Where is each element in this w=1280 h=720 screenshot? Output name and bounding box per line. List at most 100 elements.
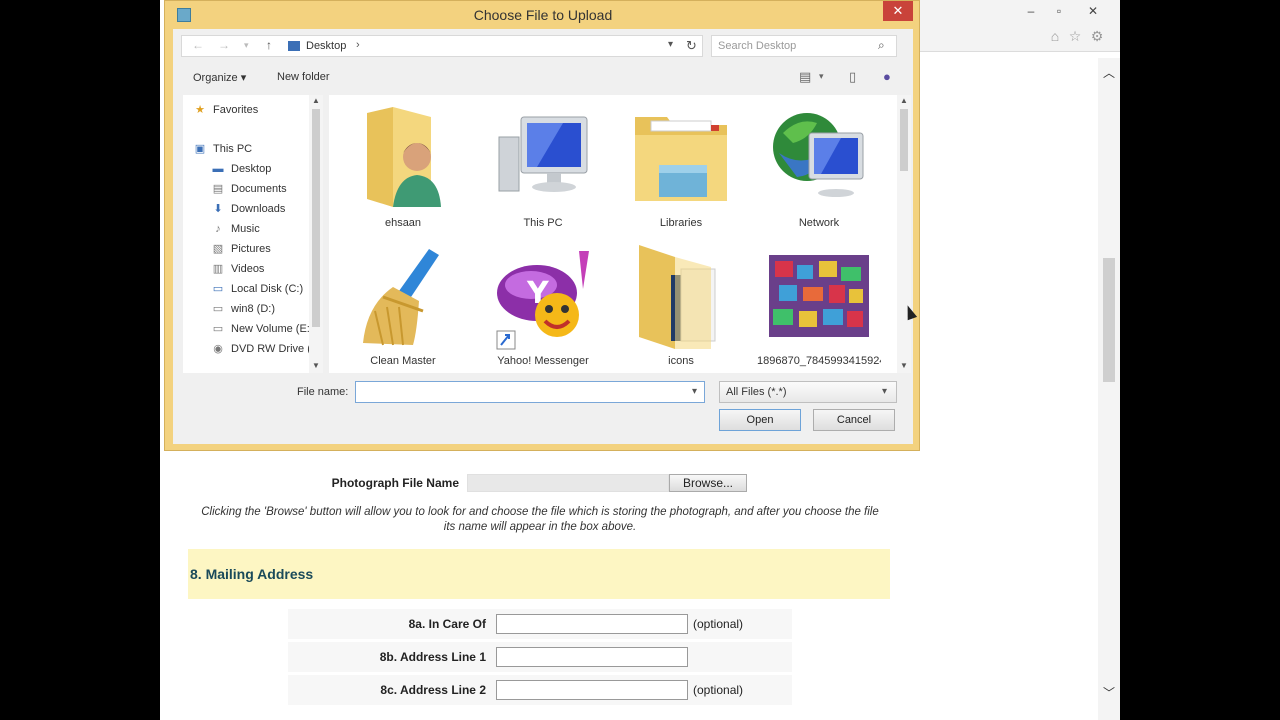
nav-win8-d[interactable]: ▭ win8 (D:): [211, 300, 275, 318]
open-button[interactable]: Open: [719, 409, 801, 431]
nav-pictures[interactable]: ▧ Pictures: [211, 240, 271, 258]
downloads-icon: ⬇: [213, 203, 223, 215]
network-globe-icon: [773, 113, 864, 197]
browse-button[interactable]: Browse...: [669, 474, 747, 492]
address-bar[interactable]: ← → ▾ ↑ Desktop › ▾ ↻: [181, 35, 703, 57]
scroll-down-icon[interactable]: ﹀: [1098, 684, 1120, 701]
minimize-button[interactable]: –: [1018, 2, 1044, 20]
scroll-down-icon[interactable]: ▼: [897, 361, 911, 370]
dialog-close-button[interactable]: ✕: [883, 1, 913, 21]
nav-music[interactable]: ♪ Music: [211, 220, 260, 238]
file-label: Network: [798, 217, 840, 229]
file-name-input[interactable]: ▾: [355, 381, 705, 403]
photograph-filename-field[interactable]: [467, 474, 669, 492]
address-line-2-input[interactable]: [496, 680, 688, 700]
nav-local-disk-c[interactable]: ▭ Local Disk (C:): [211, 280, 303, 298]
file-item-libraries[interactable]: Libraries: [619, 97, 743, 233]
desktop-icon: ▬: [212, 163, 224, 175]
nav-new-volume-e[interactable]: ▭ New Volume (E:): [211, 320, 314, 338]
scroll-up-icon[interactable]: ︿: [1098, 64, 1120, 81]
scroll-up-icon[interactable]: ▲: [897, 96, 911, 105]
address-line-1-input[interactable]: [496, 647, 688, 667]
navigation-scrollbar[interactable]: ▲ ▼: [309, 95, 323, 373]
broom-icon: [363, 249, 439, 346]
dialog-title-bar[interactable]: Choose File to Upload ✕: [165, 1, 919, 29]
desktop-folder-icon: [288, 41, 300, 51]
organize-button[interactable]: Organize ▾: [193, 71, 246, 84]
nav-documents[interactable]: ▤ Documents: [211, 180, 287, 198]
file-list-scrollbar[interactable]: ▲ ▼: [897, 95, 911, 373]
refresh-icon[interactable]: ↻: [686, 38, 697, 54]
nav-dvd-rw-drive-f[interactable]: ◉ DVD RW Drive (F:: [211, 340, 320, 358]
maximize-button[interactable]: ▫: [1046, 2, 1072, 20]
pictures-icon: ▧: [212, 243, 224, 255]
nav-favorites[interactable]: ★ Favorites: [193, 101, 258, 119]
nav-this-pc[interactable]: ▣ This PC: [193, 140, 252, 158]
file-item-clean-master[interactable]: Clean Master: [341, 235, 465, 371]
close-icon[interactable]: ✕: [1080, 2, 1106, 20]
change-view-icon[interactable]: ▤: [799, 69, 811, 85]
file-item-ehsaan[interactable]: ehsaan: [341, 97, 465, 233]
nav-label: Music: [231, 223, 260, 235]
scroll-thumb[interactable]: [1103, 258, 1115, 382]
search-icon[interactable]: ⌕: [878, 38, 885, 53]
breadcrumb-chevron-icon[interactable]: ›: [356, 39, 360, 51]
star-icon: ★: [195, 104, 205, 116]
photograph-row: Photograph File Name Browse...: [325, 473, 747, 493]
search-input[interactable]: Search Desktop ⌕: [711, 35, 897, 57]
file-list-pane: ehsaan This PC Libraries Network Clean M…: [329, 95, 909, 373]
scroll-thumb[interactable]: [312, 109, 320, 327]
up-arrow-icon[interactable]: ↑: [266, 38, 272, 52]
folder-icon: [639, 245, 716, 349]
file-item-this-pc[interactable]: This PC: [481, 97, 605, 233]
scroll-down-icon[interactable]: ▼: [309, 361, 323, 370]
application-form: Photograph File Name Browse... Clicking …: [160, 455, 1098, 720]
back-arrow-icon[interactable]: ←: [192, 38, 204, 52]
user-folder-icon: [367, 107, 441, 207]
address-row-line-1: 8b. Address Line 1: [288, 642, 792, 672]
forward-arrow-icon[interactable]: →: [218, 38, 230, 52]
nav-label: This PC: [213, 143, 253, 155]
address-dropdown-icon[interactable]: ▾: [668, 39, 673, 50]
file-item-icons[interactable]: icons: [619, 235, 743, 371]
file-type-select[interactable]: All Files (*.*) ▾: [719, 381, 897, 403]
nav-label: Videos: [231, 263, 265, 275]
file-item-image-1896870[interactable]: 1896870_7845993415924: [757, 235, 881, 371]
home-icon[interactable]: ⌂: [1046, 27, 1064, 45]
favorites-star-icon[interactable]: ☆: [1066, 27, 1084, 45]
help-icon[interactable]: ●: [883, 69, 891, 84]
breadcrumb-desktop[interactable]: Desktop: [306, 40, 346, 52]
drive-icon: ▭: [212, 303, 224, 315]
nav-label: Desktop: [231, 163, 272, 175]
file-name-dropdown-icon[interactable]: ▾: [692, 386, 697, 397]
nav-videos[interactable]: ▥ Videos: [211, 260, 265, 278]
dialog-title: Choose File to Upload: [473, 7, 613, 23]
scroll-up-icon[interactable]: ▲: [309, 96, 323, 105]
recent-dropdown-icon[interactable]: ▾: [244, 40, 249, 51]
file-item-yahoo-messenger[interactable]: Y Yahoo! Messenger: [481, 235, 605, 371]
nav-desktop[interactable]: ▬ Desktop: [211, 160, 272, 178]
in-care-of-input[interactable]: [496, 614, 688, 634]
photograph-label: Photograph File Name: [331, 476, 459, 490]
settings-gear-icon[interactable]: ⚙: [1088, 27, 1106, 45]
view-dropdown-icon[interactable]: ▾: [819, 71, 824, 82]
page-scrollbar[interactable]: ︿ ﹀: [1098, 58, 1120, 720]
search-placeholder: Search Desktop: [718, 40, 797, 52]
section-title-mailing-address: 8. Mailing Address: [188, 549, 890, 599]
navigation-pane: ★ Favorites ▣ This PC ▬ Desktop ▤ Docume…: [183, 95, 323, 373]
preview-pane-icon[interactable]: ▯: [849, 69, 856, 85]
file-label: This PC: [523, 217, 563, 229]
scroll-thumb[interactable]: [900, 109, 908, 171]
address-row-line-2: 8c. Address Line 2 (optional): [288, 675, 792, 705]
file-item-network[interactable]: Network: [757, 97, 881, 233]
new-folder-button[interactable]: New folder: [277, 71, 330, 83]
nav-downloads[interactable]: ⬇ Downloads: [211, 200, 285, 218]
file-label: 1896870_7845993415924: [757, 355, 881, 367]
file-type-dropdown-icon[interactable]: ▾: [882, 386, 887, 397]
address-line-2-label: 8c. Address Line 2: [380, 683, 486, 697]
libraries-folder-icon: [635, 117, 727, 201]
file-label: Yahoo! Messenger: [497, 355, 589, 367]
cancel-button[interactable]: Cancel: [813, 409, 895, 431]
nav-label: win8 (D:): [231, 303, 276, 315]
disc-icon: ◉: [213, 343, 223, 355]
